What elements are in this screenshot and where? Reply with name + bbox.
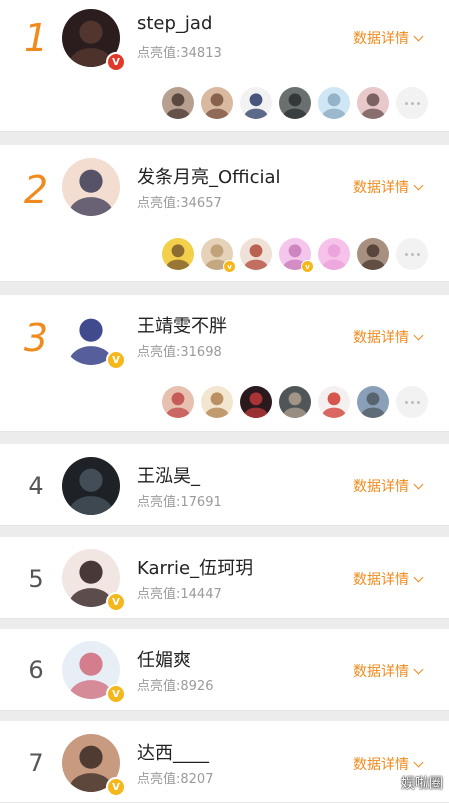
chevron-down-icon [413, 757, 424, 768]
score-value: 点亮值:14447 [137, 587, 222, 602]
chevron-down-icon [413, 180, 424, 191]
data-detail-button[interactable]: 数据详情 [353, 177, 424, 197]
data-detail-label: 数据详情 [353, 330, 409, 346]
verified-badge-icon: V [106, 52, 126, 72]
fan-avatar[interactable] [318, 87, 350, 119]
fan-avatar[interactable] [318, 386, 350, 418]
data-detail-button[interactable]: 数据详情 [353, 569, 424, 589]
more-fans-icon[interactable] [396, 87, 428, 119]
fan-avatar[interactable] [318, 238, 350, 270]
fan-avatar-row [162, 386, 428, 418]
fan-avatar[interactable] [357, 87, 389, 119]
verified-badge-icon: V [106, 592, 126, 612]
score-value: 点亮值:17691 [137, 495, 222, 510]
data-detail-button[interactable]: 数据详情 [353, 661, 424, 681]
verified-badge-icon: V [106, 350, 126, 370]
more-fans-icon[interactable] [396, 238, 428, 270]
fan-avatar[interactable] [201, 87, 233, 119]
fan-avatar[interactable] [162, 87, 194, 119]
fan-avatar[interactable] [357, 386, 389, 418]
chevron-down-icon [413, 479, 424, 490]
chevron-down-icon [413, 330, 424, 341]
username[interactable]: Karrie_伍珂玥 [137, 554, 253, 580]
score-value: 点亮值:34657 [137, 196, 222, 211]
rank-number: 5 [28, 565, 44, 593]
data-detail-label: 数据详情 [353, 180, 409, 196]
rank-number: 1 [23, 16, 49, 60]
fan-avatar[interactable] [279, 87, 311, 119]
score-value: 点亮值:8926 [137, 679, 214, 694]
fan-avatar[interactable] [279, 386, 311, 418]
data-detail-label: 数据详情 [353, 757, 409, 773]
username[interactable]: 王泓昊_ [137, 462, 200, 488]
fan-avatar[interactable] [201, 386, 233, 418]
chevron-down-icon [413, 31, 424, 42]
fan-avatar[interactable] [240, 386, 272, 418]
rank-number: 6 [28, 656, 44, 684]
rank-number: 2 [23, 168, 49, 212]
user-avatar[interactable] [62, 457, 120, 515]
verified-badge-icon: V [106, 684, 126, 704]
data-detail-label: 数据详情 [353, 479, 409, 495]
username[interactable]: 发条月亮_Official [137, 163, 281, 189]
data-detail-button[interactable]: 数据详情 [353, 28, 424, 48]
fan-avatar[interactable]: v [279, 238, 314, 273]
ranking-card[interactable]: 2 发条月亮_Official 点亮值:34657 数据详情 v v [0, 145, 449, 282]
data-detail-label: 数据详情 [353, 31, 409, 47]
ranking-card[interactable]: 6 V 任媚爽点亮值:8926 数据详情 [0, 629, 449, 711]
verified-badge-icon: V [106, 777, 126, 797]
fan-avatar[interactable] [240, 87, 272, 119]
user-avatar[interactable] [62, 158, 120, 216]
data-detail-button[interactable]: 数据详情 [353, 754, 424, 774]
data-detail-button[interactable]: 数据详情 [353, 327, 424, 347]
watermark: 娱啦圈 [401, 776, 443, 792]
data-detail-button[interactable]: 数据详情 [353, 476, 424, 496]
more-fans-icon[interactable] [396, 386, 428, 418]
rank-number: 3 [23, 316, 49, 360]
ranking-card[interactable]: 7 V 达西____ 点亮值:8207 数据详情 [0, 721, 449, 803]
fan-avatar[interactable] [357, 238, 389, 270]
chevron-down-icon [413, 664, 424, 675]
ranking-card[interactable]: 4 王泓昊_ 点亮值:17691 数据详情 [0, 444, 449, 526]
username[interactable]: step_jad [137, 13, 212, 34]
chevron-down-icon [413, 572, 424, 583]
username[interactable]: 达西____ [137, 739, 209, 765]
data-detail-label: 数据详情 [353, 572, 409, 588]
ranking-card[interactable]: 5 V Karrie_伍珂玥点亮值:14447 数据详情 [0, 537, 449, 619]
score-value: 点亮值:34813 [137, 46, 222, 61]
username[interactable]: 王靖雯不胖 [137, 312, 227, 338]
fan-avatar[interactable]: v [201, 238, 236, 273]
fan-avatar[interactable] [240, 238, 272, 270]
rank-number: 7 [28, 749, 44, 777]
score-value: 点亮值:31698 [137, 345, 222, 360]
verified-badge-icon: v [223, 260, 236, 273]
fan-avatar[interactable] [162, 386, 194, 418]
fan-avatar[interactable] [162, 238, 194, 270]
rank-number: 4 [28, 472, 44, 500]
verified-badge-icon: v [301, 260, 314, 273]
ranking-card[interactable]: 3 V 王靖雯不胖点亮值:31698 数据详情 [0, 295, 449, 432]
score-value: 点亮值:8207 [137, 772, 214, 787]
fan-avatar-row [162, 87, 428, 119]
ranking-card[interactable]: 1 Vstep_jad 点亮值:34813 数据详情 [0, 0, 449, 132]
data-detail-label: 数据详情 [353, 664, 409, 680]
username[interactable]: 任媚爽 [137, 646, 191, 672]
fan-avatar-row: vv [162, 238, 428, 273]
